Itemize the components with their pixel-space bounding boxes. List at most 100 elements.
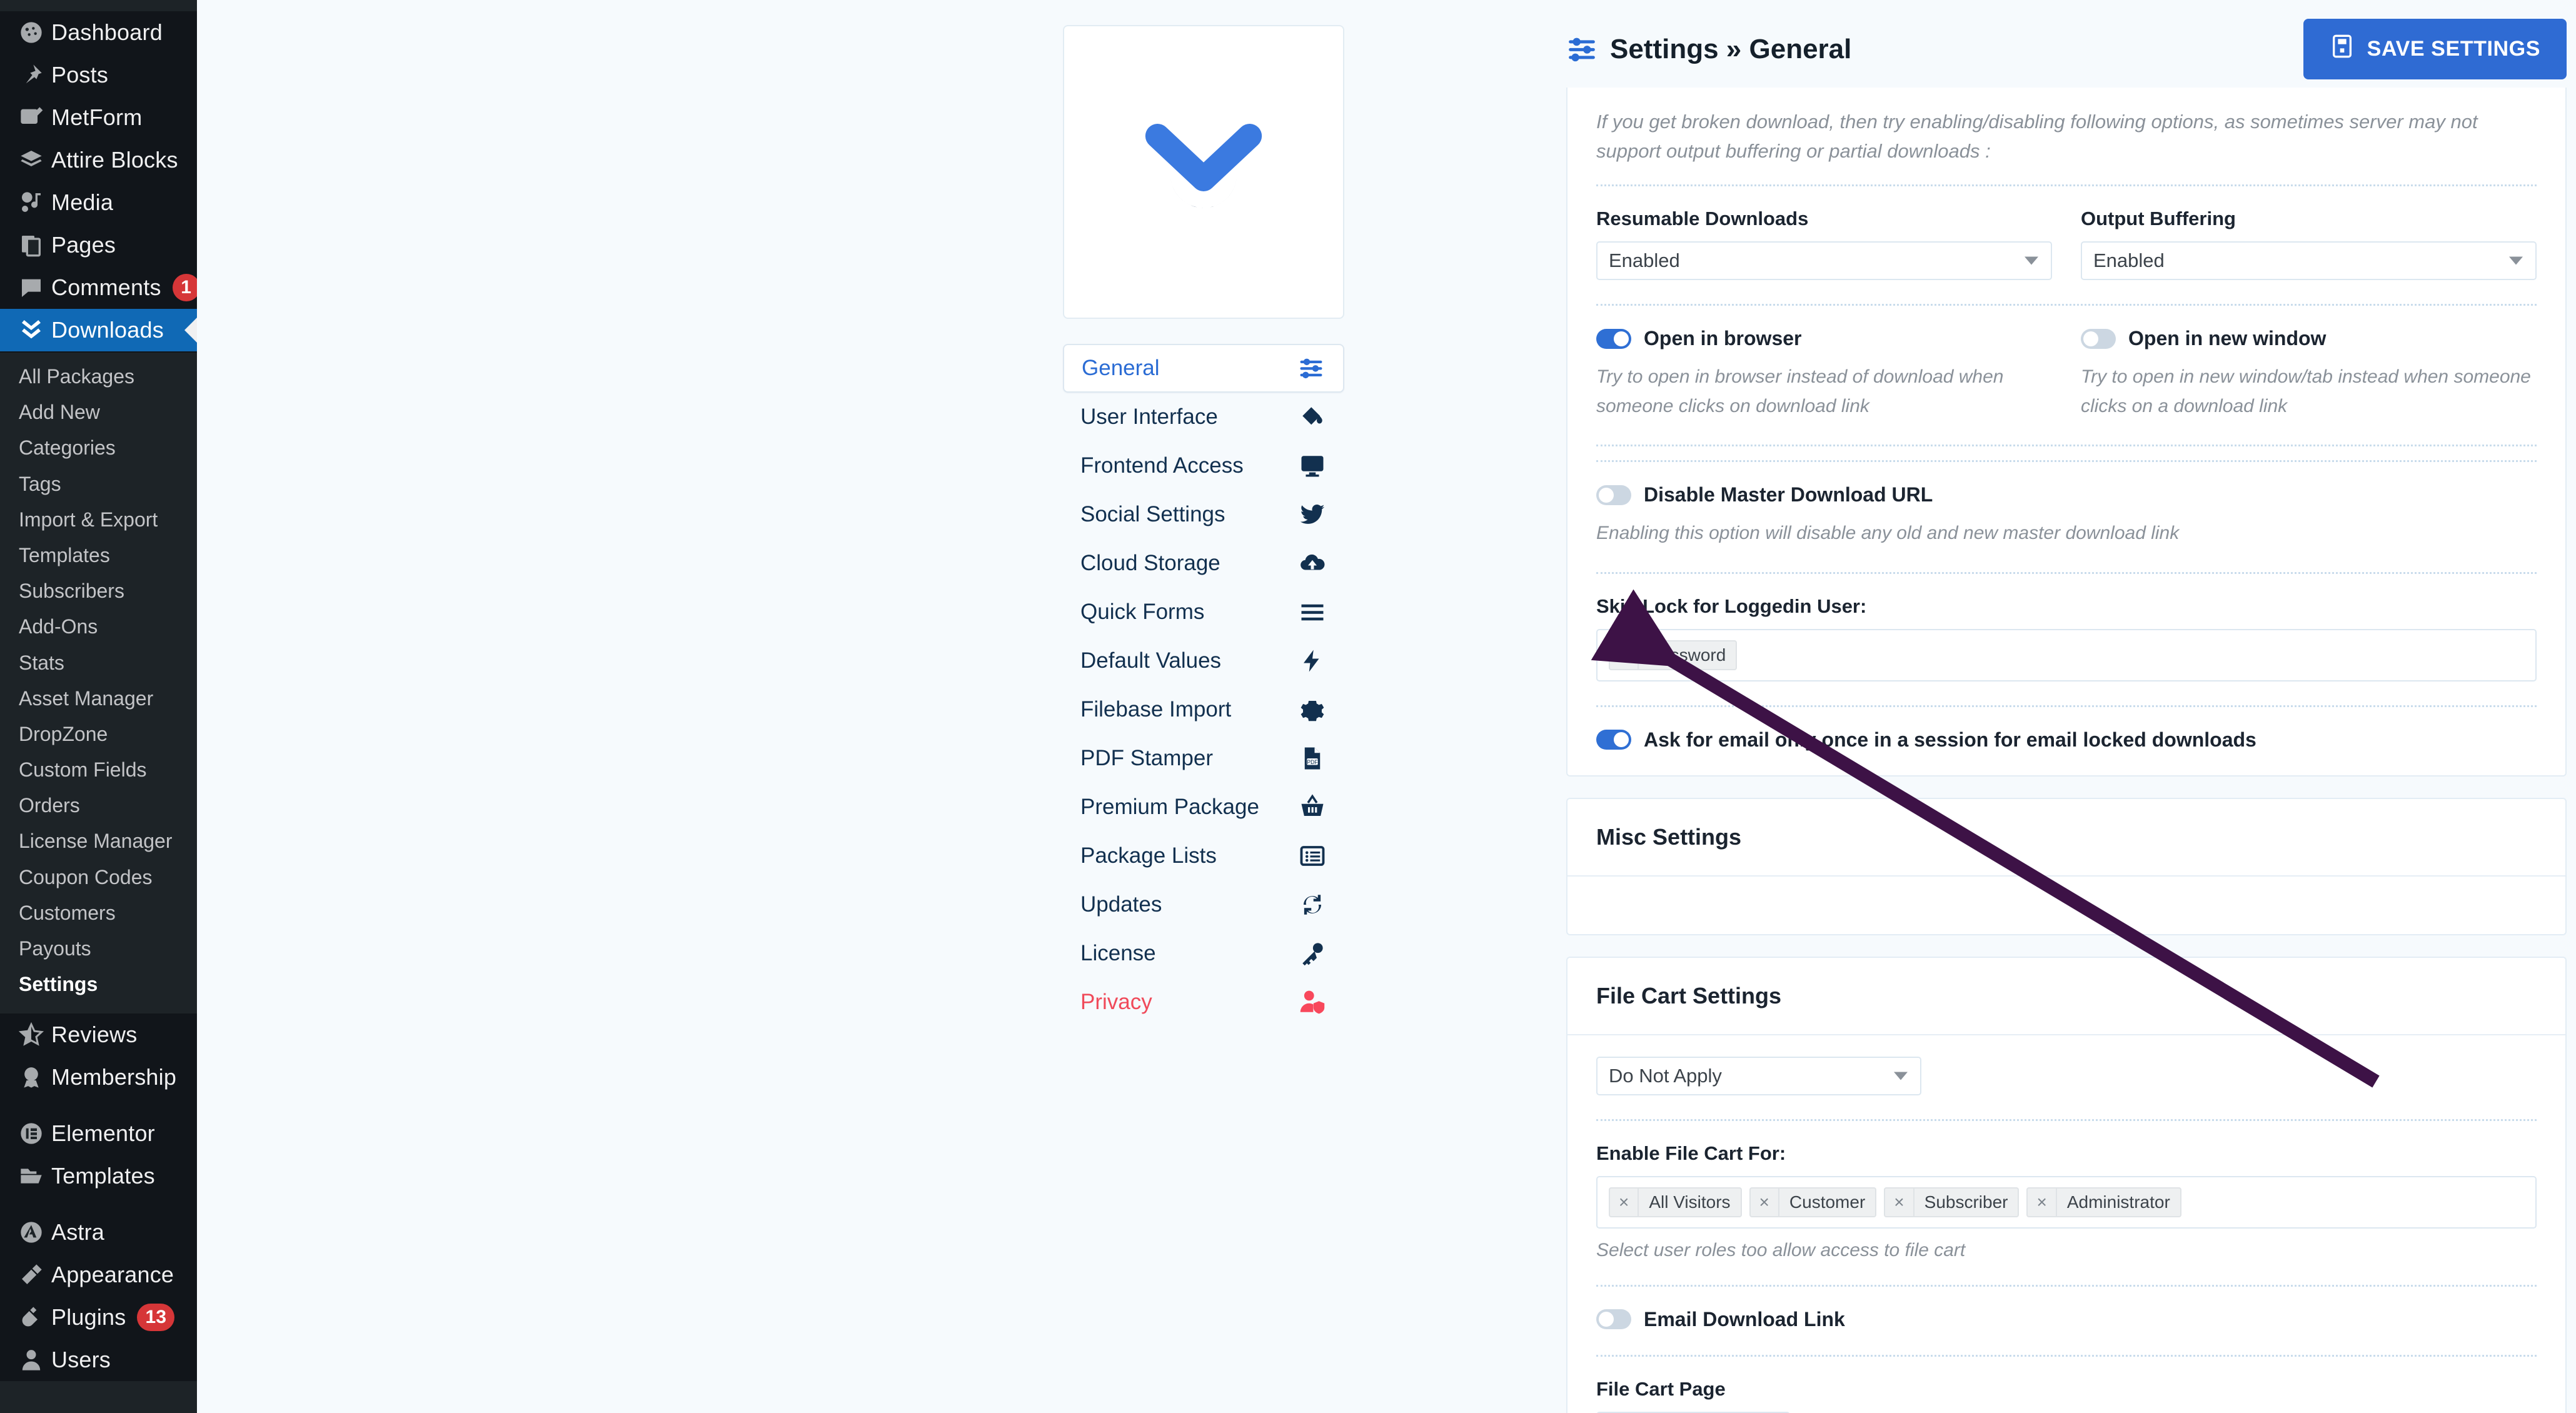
key-icon [1298,939,1327,968]
save-settings-button[interactable]: SAVE SETTINGS [2303,19,2567,79]
save-settings-label: SAVE SETTINGS [2367,37,2540,61]
submenu-item-customers[interactable]: Customers [0,895,197,931]
sidebar-item-pages[interactable]: Pages [0,224,197,266]
sidebar-item-elementor[interactable]: Elementor [0,1112,197,1155]
open-in-new-window-toggle-row[interactable]: Open in new window [2081,327,2537,350]
submenu-item-templates[interactable]: Templates [0,538,197,573]
sidebar-item-membership[interactable]: Membership [0,1056,197,1099]
submenu-item-subscribers[interactable]: Subscribers [0,573,197,609]
sidebar-item-label: Templates [51,1163,155,1189]
submenu-item-stats[interactable]: Stats [0,645,197,681]
tag-item[interactable]: × Customer [1749,1187,1877,1217]
disable-master-url-toggle-row[interactable]: Disable Master Download URL [1596,483,2537,506]
tab-privacy[interactable]: Privacy [1063,978,1344,1027]
switch-knob [1614,331,1629,346]
general-settings-panel: If you get broken download, then try ena… [1566,0,2567,777]
tab-user-interface[interactable]: User Interface [1063,393,1344,441]
tab-filebase-import[interactable]: Filebase Import [1063,685,1344,734]
open-in-browser-toggle-row[interactable]: Open in browser [1596,327,2052,350]
sidebar-item-label: Astra [51,1219,105,1245]
tab-package-lists[interactable]: Package Lists [1063,832,1344,880]
submenu-item-asset-manager[interactable]: Asset Manager [0,681,197,717]
tag-item[interactable]: × Subscriber [1884,1187,2020,1217]
submenu-item-orders[interactable]: Orders [0,788,197,823]
sidebar-item-appearance[interactable]: Appearance [0,1254,197,1296]
open-in-new-window-label: Open in new window [2128,327,2327,349]
enable-file-cart-tag-input[interactable]: × All Visitors × Customer × Subscriber ×… [1596,1175,2537,1229]
remove-tag-icon[interactable]: × [1885,1188,1914,1216]
pdf-file-icon: PDF [1298,744,1327,773]
admin-page: Dashboard Posts MetForm Attire Blocks Me… [0,0,2576,1413]
submenu-item-coupon-codes[interactable]: Coupon Codes [0,860,197,895]
sidebar-item-astra[interactable]: Astra [0,1211,197,1254]
submenu-item-custom-fields[interactable]: Custom Fields [0,752,197,788]
skip-lock-tag-input[interactable]: × Password [1596,628,2537,681]
submenu-item-add-ons[interactable]: Add-Ons [0,609,197,645]
email-download-link-label: Email Download Link [1644,1307,1845,1330]
sidebar-item-comments[interactable]: Comments 1 [0,266,200,309]
email-download-link-switch[interactable] [1596,1309,1631,1329]
sidebar-item-users[interactable]: Users [0,1339,197,1381]
disable-master-url-switch[interactable] [1596,485,1631,505]
file-cart-apply-select[interactable]: Do Not Apply [1596,1056,1921,1095]
tab-quick-forms[interactable]: Quick Forms [1063,588,1344,636]
tab-default-values[interactable]: Default Values [1063,636,1344,685]
submenu-item-payouts[interactable]: Payouts [0,931,197,967]
submenu-item-import-export[interactable]: Import & Export [0,502,197,538]
monitor-icon [1298,451,1327,480]
submenu-item-categories[interactable]: Categories [0,430,197,466]
sidebar-item-metform[interactable]: MetForm [0,96,197,139]
remove-tag-icon[interactable]: × [1751,1188,1779,1216]
tab-license[interactable]: License [1063,929,1344,978]
tab-cloud-storage[interactable]: Cloud Storage [1063,539,1344,588]
submenu-item-all-packages[interactable]: All Packages [0,359,197,395]
tab-frontend-access[interactable]: Frontend Access [1063,441,1344,490]
tab-pdf-stamper[interactable]: PDF Stamper PDF [1063,734,1344,783]
tag-item[interactable]: × Administrator [2026,1187,2181,1217]
submenu-item-tags[interactable]: Tags [0,466,197,502]
open-in-new-window-switch[interactable] [2081,328,2116,349]
tag-item[interactable]: × All Visitors [1609,1187,1742,1217]
sidebar-item-downloads[interactable]: Downloads [0,309,197,351]
resumable-downloads-select[interactable]: Enabled [1596,241,2052,280]
tab-label: Frontend Access [1080,453,1244,478]
tab-updates[interactable]: Updates [1063,880,1344,929]
ask-email-once-switch[interactable] [1596,730,1631,750]
open-in-browser-switch[interactable] [1596,328,1631,349]
ask-email-once-toggle-row[interactable]: Ask for email only once in a session for… [1596,728,2537,752]
settings-panels: If you get broken download, then try ena… [1566,0,2567,1413]
submenu-item-add-new[interactable]: Add New [0,395,197,430]
sidebar-item-plugins[interactable]: Plugins 13 [0,1296,197,1339]
plugins-count-badge: 13 [137,1304,175,1332]
submenu-item-settings[interactable]: Settings [0,967,197,1002]
sidebar-item-media[interactable]: Media [0,181,197,224]
dashboard-icon [19,20,51,45]
email-download-link-field: Email Download Link [1596,1287,2537,1355]
remove-tag-icon[interactable]: × [1610,641,1639,669]
sidebar-item-reviews[interactable]: Reviews [0,1013,197,1056]
award-icon [19,1065,51,1090]
tab-premium-package[interactable]: Premium Package [1063,783,1344,832]
tab-general[interactable]: General [1063,344,1344,393]
remove-tag-icon[interactable]: × [1610,1188,1639,1216]
sidebar-item-attire-blocks[interactable]: Attire Blocks [0,139,197,181]
elementor-icon [19,1121,51,1146]
submenu-item-license-manager[interactable]: License Manager [0,823,197,859]
output-buffering-select[interactable]: Enabled [2081,241,2537,280]
remove-tag-icon[interactable]: × [2028,1188,2057,1216]
sidebar-item-posts[interactable]: Posts [0,54,197,96]
submenu-item-dropzone[interactable]: DropZone [0,717,197,752]
admin-sidebar: Dashboard Posts MetForm Attire Blocks Me… [0,0,200,1413]
basket-icon [1298,793,1327,822]
sidebar-item-elementor-templates[interactable]: Templates [0,1155,197,1197]
tag-label: All Visitors [1649,1192,1731,1212]
tab-label: Cloud Storage [1080,551,1220,575]
sidebar-item-dashboard[interactable]: Dashboard [0,11,197,54]
tag-item[interactable]: × Password [1609,640,1738,670]
tab-label: Updates [1080,892,1162,917]
disable-master-url-desc: Enabling this option will disable any ol… [1596,523,2180,543]
sliders-icon [1297,354,1326,383]
tab-social-settings[interactable]: Social Settings [1063,490,1344,539]
email-download-link-toggle-row[interactable]: Email Download Link [1596,1308,2537,1331]
tab-label: License [1080,941,1156,965]
